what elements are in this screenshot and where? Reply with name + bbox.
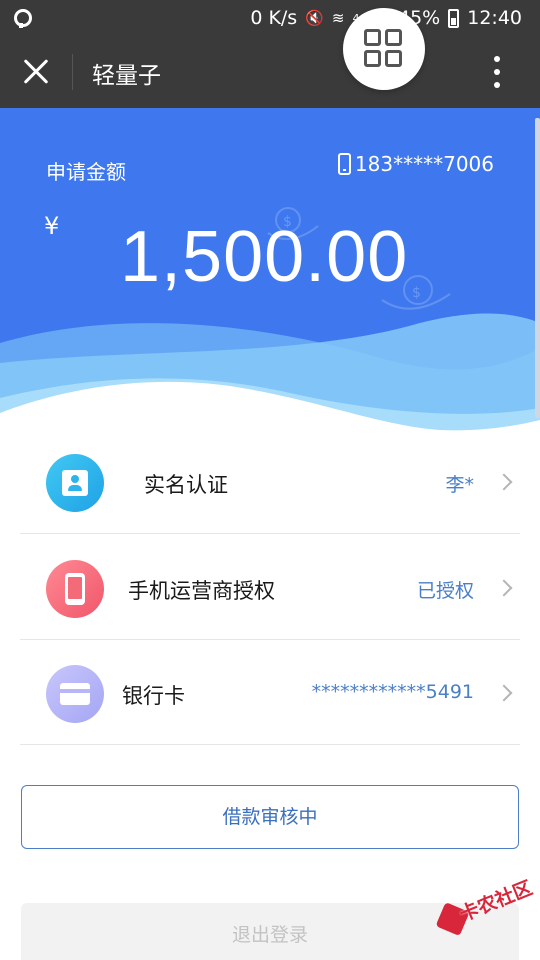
list-item-value: 已授权	[416, 580, 474, 602]
divider	[20, 533, 520, 534]
loan-amount: 1,500.00	[120, 217, 409, 297]
list-item-bank-card[interactable]: 银行卡 ************5491	[0, 641, 540, 745]
status-bar: 0 K/s 🔇 ≋ 4G 45% 12:40	[0, 0, 540, 36]
page-title: 轻量子	[92, 63, 161, 89]
clock: 12:40	[467, 7, 522, 29]
grid-icon[interactable]	[343, 8, 425, 90]
title-divider	[72, 54, 73, 90]
currency-symbol: ¥	[44, 212, 60, 240]
chevron-right-icon	[495, 473, 513, 491]
amount-banner: $ $ 申请金额 183*****7006 ¥ 1,500.00	[0, 108, 540, 438]
id-card-icon	[46, 454, 104, 512]
list-item-value: 李*	[445, 474, 474, 496]
watermark-text: 卡农社区	[456, 877, 536, 926]
mute-icon: 🔇	[305, 9, 324, 27]
title-bar: 轻量子	[0, 36, 540, 108]
divider	[20, 639, 520, 640]
battery-icon	[448, 8, 460, 28]
svg-text:$: $	[412, 285, 421, 301]
chevron-right-icon	[495, 579, 513, 597]
list-item-label: 银行卡	[122, 684, 185, 708]
phone-number-row: 183*****7006	[337, 152, 494, 176]
loan-review-button[interactable]: 借款审核中	[21, 785, 519, 849]
phone-number: 183*****7006	[354, 152, 494, 176]
network-speed: 0 K/s	[250, 7, 298, 29]
list-item-label: 实名认证	[144, 473, 228, 497]
scrollbar[interactable]	[535, 118, 540, 418]
watermark: 卡农社区	[430, 861, 540, 954]
amount-label: 申请金额	[46, 160, 126, 184]
mobile-phone-icon	[46, 560, 104, 618]
bank-card-icon	[46, 665, 104, 723]
more-vertical-icon[interactable]	[488, 54, 506, 90]
wifi-icon: ≋	[331, 9, 345, 27]
chevron-right-icon	[495, 684, 513, 702]
list-item-real-name[interactable]: 实名认证 李*	[0, 430, 540, 534]
list-item-label: 手机运营商授权	[128, 579, 275, 603]
divider	[20, 744, 520, 745]
list-item-value: ************5491	[311, 681, 474, 703]
notification-app-icon	[14, 9, 32, 28]
phone-icon	[337, 153, 351, 175]
list-item-carrier-auth[interactable]: 手机运营商授权 已授权	[0, 536, 540, 640]
close-icon[interactable]	[18, 54, 54, 90]
